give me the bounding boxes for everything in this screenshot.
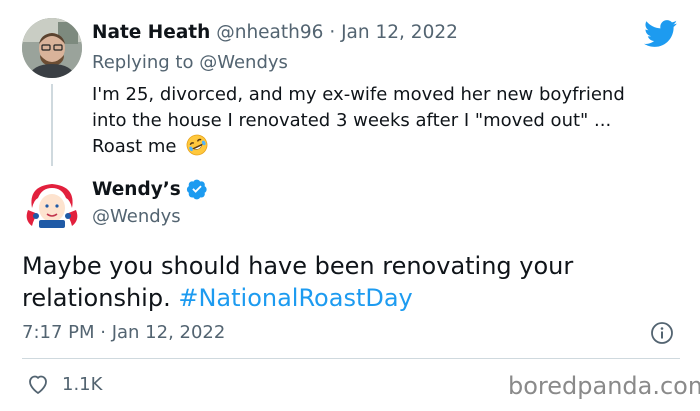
meta-separator: · <box>329 22 336 43</box>
avatar-nate-heath[interactable] <box>22 18 82 78</box>
reply-author-name[interactable]: Nate Heath <box>92 22 210 43</box>
like-count: 1.1K <box>62 373 103 395</box>
watermark: boredpanda.com <box>508 372 700 400</box>
main-author-handle[interactable]: @Wendys <box>92 206 181 227</box>
main-tweet-author-row: Wendy’s <box>92 178 208 200</box>
thread-connector-line <box>51 84 53 166</box>
avatar-wendys[interactable] <box>22 176 82 236</box>
like-button[interactable]: 1.1K <box>26 372 102 396</box>
rolling-on-floor-laughing-emoji <box>186 134 208 156</box>
tweet-timestamp[interactable]: 7:17 PM · Jan 12, 2022 <box>22 322 225 343</box>
hashtag-link[interactable]: #NationalRoastDay <box>178 284 412 312</box>
replying-to-line: Replying to @Wendys <box>92 52 288 73</box>
main-text-line-2: relationship. #NationalRoastDay <box>22 282 682 314</box>
avatar-photo <box>22 18 82 78</box>
reply-tweet-text: I'm 25, divorced, and my ex-wife moved h… <box>92 82 682 160</box>
reply-text-line-1: I'm 25, divorced, and my ex-wife moved h… <box>92 84 625 105</box>
divider <box>22 358 680 359</box>
reply-text-line-3-text: Roast me <box>92 136 177 157</box>
twitter-bird-icon <box>644 20 678 47</box>
verified-badge-icon <box>186 179 207 200</box>
replying-to-mention[interactable]: @Wendys <box>199 52 288 73</box>
reply-text-line-3: Roast me <box>92 134 682 160</box>
wendys-logo <box>22 176 82 236</box>
main-text-line-2-plain: relationship. <box>22 284 171 312</box>
reply-tweet-header: Nate Heath @nheath96 · Jan 12, 2022 <box>92 22 458 43</box>
heart-icon[interactable] <box>26 372 50 396</box>
reply-author-handle[interactable]: @nheath96 <box>216 22 323 43</box>
main-text-line-1: Maybe you should have been renovating yo… <box>22 252 574 280</box>
reply-date[interactable]: Jan 12, 2022 <box>341 22 458 43</box>
main-author-name[interactable]: Wendy’s <box>92 179 181 200</box>
reply-text-line-2: into the house I renovated 3 weeks after… <box>92 110 612 131</box>
main-tweet-text: Maybe you should have been renovating yo… <box>22 250 682 314</box>
replying-to-prefix: Replying to <box>92 52 194 73</box>
info-icon[interactable] <box>650 321 674 345</box>
